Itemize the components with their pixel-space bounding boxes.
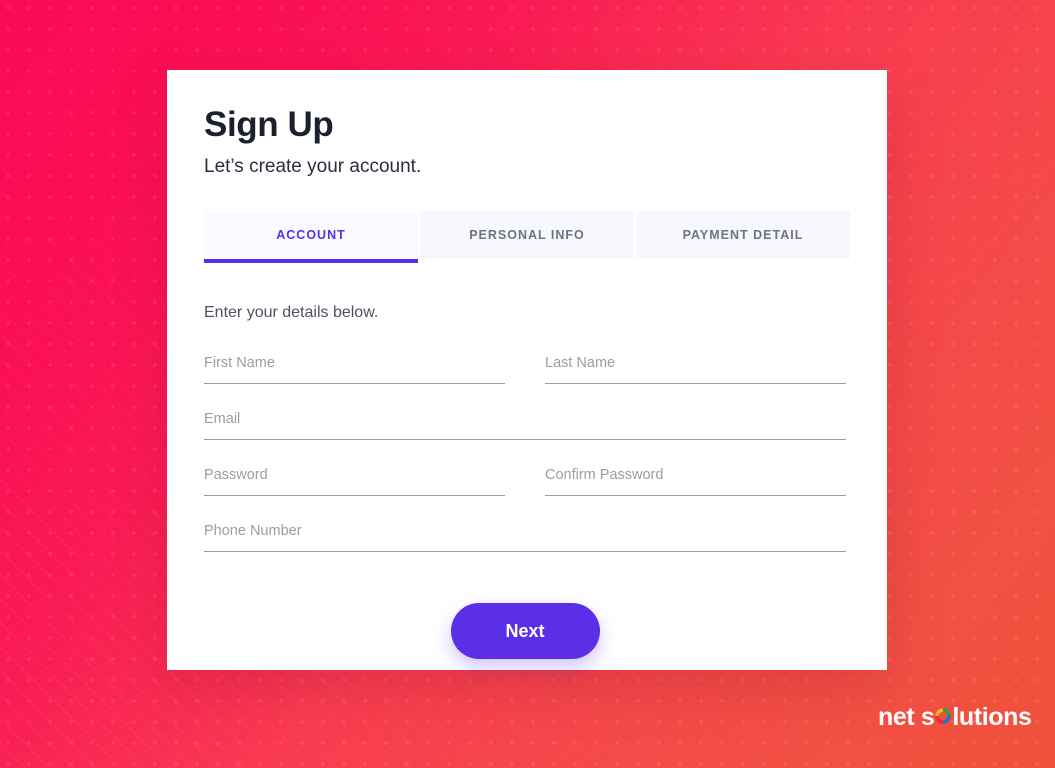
form-actions: Next — [204, 603, 846, 659]
page-title: Sign Up — [204, 105, 334, 144]
first-name-input[interactable] — [204, 348, 505, 384]
tab-personal-info[interactable]: PERSONAL INFO — [420, 211, 636, 259]
tab-account[interactable]: ACCOUNT — [204, 211, 420, 263]
password-input[interactable] — [204, 460, 505, 496]
confirm-password-field — [545, 460, 846, 516]
tab-bar: ACCOUNT PERSONAL INFO PAYMENT DETAIL — [204, 211, 850, 263]
multicolor-ring-icon — [935, 708, 952, 724]
first-name-field — [204, 348, 505, 404]
phone-number-input[interactable] — [204, 516, 846, 552]
tab-payment-detail[interactable]: PAYMENT DETAIL — [636, 211, 850, 259]
phone-number-field — [204, 516, 846, 572]
app-background: Sign Up Let’s create your account. ACCOU… — [0, 0, 1055, 768]
signup-form — [204, 348, 846, 572]
logo-text-after: lutions — [952, 703, 1032, 731]
tab-payment-detail-label: PAYMENT DETAIL — [682, 228, 804, 242]
last-name-input[interactable] — [545, 348, 846, 384]
confirm-password-input[interactable] — [545, 460, 846, 496]
net-solutions-logo: net s lutions — [878, 703, 1032, 732]
logo-text-before: net s — [878, 703, 935, 731]
form-lead-text: Enter your details below. — [204, 304, 379, 321]
tab-account-label: ACCOUNT — [276, 228, 346, 242]
signup-card: Sign Up Let’s create your account. ACCOU… — [167, 70, 887, 670]
email-input[interactable] — [204, 404, 846, 440]
next-button[interactable]: Next — [450, 603, 600, 659]
page-subtitle: Let’s create your account. — [204, 156, 422, 177]
tab-personal-info-label: PERSONAL INFO — [469, 228, 585, 242]
email-field — [204, 404, 846, 460]
password-field — [204, 460, 505, 516]
last-name-field — [545, 348, 846, 404]
